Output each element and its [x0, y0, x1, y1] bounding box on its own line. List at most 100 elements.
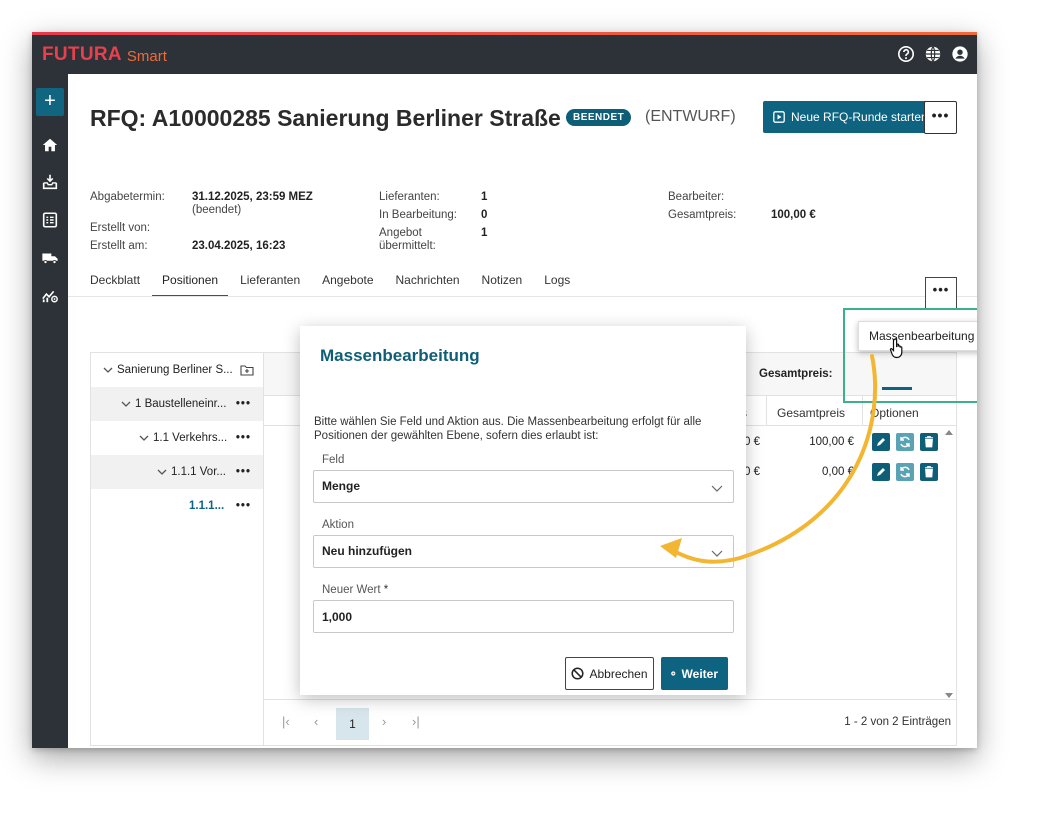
chevron-down-icon[interactable]	[103, 365, 113, 375]
in-progress-value: 0	[481, 209, 488, 221]
cancel-label: Abbrechen	[589, 666, 648, 681]
scroll-down-icon[interactable]	[945, 691, 953, 699]
action-select-value: Neu hinzufügen	[322, 544, 412, 558]
total-price-label: Gesamtpreis:	[668, 209, 737, 221]
cell-total: 100,00 €	[809, 436, 854, 448]
status-badge: BEENDET	[566, 109, 632, 126]
page-button-current[interactable]: 1	[336, 708, 369, 740]
globe-icon[interactable]	[924, 45, 942, 63]
new-value-input[interactable]	[313, 600, 734, 633]
tab-angebote[interactable]: Angebote	[312, 273, 383, 297]
home-icon[interactable]	[41, 136, 59, 154]
edit-icon[interactable]	[872, 463, 890, 481]
new-rfq-round-label: Neue RFQ-Runde starten	[791, 110, 928, 124]
refresh-icon[interactable]	[896, 463, 914, 481]
editor-label: Bearbeiter:	[668, 191, 725, 203]
dialog-description: Bitte wählen Sie Feld und Aktion aus. Di…	[314, 416, 702, 442]
action-label: Aktion	[322, 519, 354, 531]
tree-item-label: 1.1.1 Vor...	[171, 466, 226, 478]
tab-logs[interactable]: Logs	[534, 273, 580, 297]
analytics-settings-icon[interactable]	[41, 286, 59, 304]
first-page-icon[interactable]: |‹	[282, 714, 290, 729]
tree-item-label: 1.1.1...	[189, 500, 225, 512]
suppliers-label: Lieferanten:	[379, 191, 440, 203]
cancel-icon	[571, 667, 585, 680]
add-icon[interactable]: +	[36, 88, 64, 116]
tree-item-more-icon[interactable]: •••	[236, 398, 251, 410]
top-bar: FUTURA Smart	[32, 35, 977, 74]
page-title: RFQ: A10000285 Sanierung Berliner Straße	[90, 105, 561, 131]
tree-item-1-1[interactable]: 1.1 Verkehrs... •••	[91, 421, 263, 455]
header-more-button[interactable]: •••	[924, 101, 957, 134]
tab-deckblatt[interactable]: Deckblatt	[90, 273, 150, 297]
tree-item-more-icon[interactable]: •••	[236, 432, 251, 444]
cancel-button[interactable]: Abbrechen	[565, 657, 654, 690]
help-icon[interactable]	[897, 45, 915, 63]
chevron-down-icon[interactable]	[121, 399, 131, 409]
tree-root-label: Sanierung Berliner S...	[117, 364, 233, 376]
refresh-icon[interactable]	[896, 433, 914, 451]
created-at-value: 23.04.2025, 16:23	[192, 240, 286, 252]
action-select[interactable]: Neu hinzufügen	[313, 535, 734, 568]
last-page-icon[interactable]: ›|	[412, 714, 420, 729]
user-account-icon[interactable]	[951, 45, 969, 63]
next-label: Weiter	[681, 666, 718, 681]
tab-bar: Deckblatt Positionen Lieferanten Angebot…	[90, 273, 582, 297]
tab-notizen[interactable]: Notizen	[472, 273, 533, 297]
tree-item-label: 1 Baustelleneinr...	[135, 398, 227, 410]
chevron-down-icon	[711, 485, 723, 492]
top-icons	[897, 45, 969, 63]
dialog-title: Massenbearbeitung	[320, 346, 480, 365]
play-icon	[773, 111, 785, 123]
deadline-value: 31.12.2025, 23:59 MEZ	[192, 191, 313, 203]
trash-icon[interactable]	[920, 433, 938, 451]
tree-root-row[interactable]: Sanierung Berliner S...	[91, 353, 263, 387]
prev-page-icon[interactable]: ‹	[314, 714, 318, 729]
context-menu-massenbearbeitung[interactable]: Massenbearbeitung	[858, 321, 977, 351]
col-divider	[766, 396, 767, 426]
grid-more-button[interactable]: •••	[925, 277, 957, 309]
new-rfq-round-button[interactable]: Neue RFQ-Runde starten	[763, 101, 938, 133]
tree-item-1-1-1[interactable]: 1.1.1 Vor... •••	[91, 455, 263, 489]
total-price-value: 100,00 €	[771, 209, 816, 221]
next-page-icon[interactable]: ›	[382, 714, 386, 729]
tab-lieferanten[interactable]: Lieferanten	[230, 273, 310, 297]
scroll-up-icon[interactable]	[945, 429, 953, 437]
hand-cursor-icon	[889, 338, 903, 359]
draft-label: (ENTWURF)	[645, 108, 736, 125]
tree-item-1-1-1-x[interactable]: 1.1.1... •••	[91, 489, 263, 523]
trash-icon[interactable]	[920, 463, 938, 481]
col-options: Optionen	[870, 406, 919, 420]
chevron-down-icon[interactable]	[139, 433, 149, 443]
next-button[interactable]: Weiter	[661, 657, 728, 690]
checklist-icon[interactable]	[41, 211, 59, 229]
inbox-download-icon[interactable]	[41, 173, 59, 191]
required-mark: *	[383, 584, 389, 596]
truck-icon[interactable]	[41, 249, 59, 267]
grid-total-label: Gesamtpreis:	[759, 368, 833, 380]
edit-icon[interactable]	[872, 433, 890, 451]
field-label: Feld	[322, 454, 345, 466]
created-at-label: Erstellt am:	[90, 240, 148, 252]
pagination: |‹ ‹ 1 › ›| 1 - 2 von 2 Einträgen	[264, 699, 956, 747]
deadline-note: (beendet)	[192, 204, 242, 216]
main-content: RFQ: A10000285 Sanierung Berliner Straße…	[68, 74, 977, 748]
new-value-label: Neuer Wert	[322, 584, 381, 596]
tab-nachrichten[interactable]: Nachrichten	[386, 273, 470, 297]
col-total[interactable]: Gesamtpreis	[777, 406, 845, 420]
chevron-down-icon[interactable]	[157, 467, 167, 477]
tree-item-more-icon[interactable]: •••	[236, 500, 251, 512]
add-folder-icon[interactable]	[240, 364, 254, 376]
field-select[interactable]: Menge	[313, 470, 734, 503]
brand-logo[interactable]: FUTURA	[42, 44, 122, 66]
tree-item-1[interactable]: 1 Baustelleneinr... •••	[91, 387, 263, 421]
position-tree: Sanierung Berliner S... 1 Baustelleneinr…	[90, 352, 264, 746]
tab-divider	[68, 296, 977, 297]
chevron-down-icon	[711, 550, 723, 557]
in-progress-label: In Bearbeitung:	[379, 209, 458, 221]
tree-item-label: 1.1 Verkehrs...	[153, 432, 228, 444]
tree-item-more-icon[interactable]: •••	[236, 466, 251, 478]
tab-positionen[interactable]: Positionen	[152, 273, 229, 297]
app-window: FUTURA Smart + RFQ: A10000285 Sanierung …	[32, 32, 977, 748]
brand-sub: Smart	[126, 47, 167, 65]
